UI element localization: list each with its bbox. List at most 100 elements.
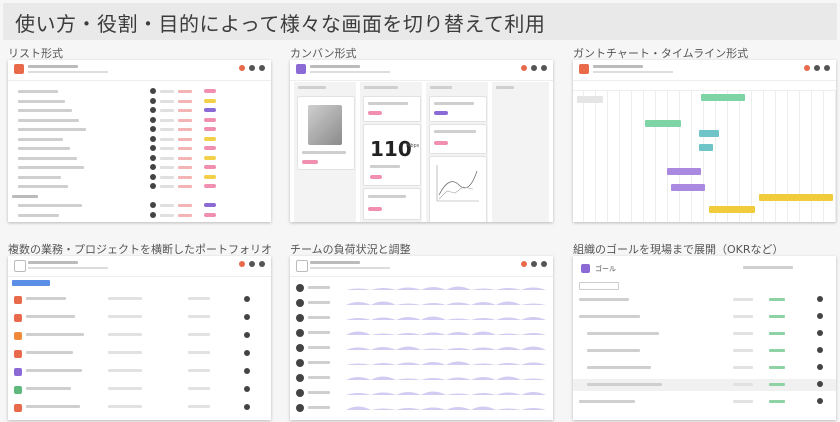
task-name[interactable] xyxy=(18,90,58,93)
member-name xyxy=(308,361,330,364)
gantt-view-screenshot[interactable] xyxy=(573,60,836,222)
kanban-card[interactable] xyxy=(363,96,421,122)
project-icon xyxy=(14,64,24,74)
kanban-card-chart[interactable] xyxy=(429,156,487,222)
status-tag xyxy=(204,127,216,131)
kanban-view-screenshot[interactable]: 110 Mbps xyxy=(290,60,553,222)
project-name[interactable] xyxy=(26,315,75,318)
grid-line xyxy=(763,90,764,222)
timeline-bar[interactable] xyxy=(709,206,755,213)
kanban-card[interactable] xyxy=(429,124,487,154)
assignee-name xyxy=(160,185,174,188)
member-load-curve xyxy=(346,316,546,320)
timeline-bar[interactable] xyxy=(667,168,701,175)
list-view-screenshot[interactable] xyxy=(8,60,271,222)
project-icon xyxy=(296,64,306,74)
status-tag xyxy=(204,89,216,93)
goal-name[interactable] xyxy=(587,383,662,386)
grid-line xyxy=(775,90,776,222)
task-name[interactable] xyxy=(18,204,82,207)
status-tag xyxy=(204,146,216,150)
list-view-header xyxy=(8,60,271,81)
grid-line xyxy=(811,90,812,222)
add-goal-button[interactable] xyxy=(579,282,619,290)
project-date xyxy=(188,405,210,408)
project-date xyxy=(188,351,210,354)
task-name[interactable] xyxy=(18,185,68,188)
task-name[interactable] xyxy=(18,137,63,141)
member-avatar xyxy=(296,359,304,367)
goal-name[interactable] xyxy=(579,298,629,301)
goal-name[interactable] xyxy=(579,315,640,318)
grid-line xyxy=(607,90,608,222)
project-name[interactable] xyxy=(26,297,66,300)
timeline-bar[interactable] xyxy=(759,194,833,201)
timeline-bar[interactable] xyxy=(699,144,713,151)
goal-period xyxy=(733,349,753,352)
goal-name[interactable] xyxy=(579,400,635,403)
timeline-bar[interactable] xyxy=(701,94,745,101)
task-name[interactable] xyxy=(18,147,70,150)
task-name[interactable] xyxy=(18,109,72,112)
grid-line xyxy=(643,90,644,222)
member-name xyxy=(308,301,330,304)
task-name[interactable] xyxy=(18,156,77,160)
goal-name[interactable] xyxy=(587,332,659,335)
portfolio-view-screenshot[interactable] xyxy=(8,256,271,420)
timeline-bar[interactable] xyxy=(645,120,681,127)
member-load-curve xyxy=(346,286,546,290)
project-name[interactable] xyxy=(26,333,84,336)
task-name[interactable] xyxy=(18,166,84,169)
owner-avatar xyxy=(817,296,823,302)
member-avatar xyxy=(296,314,304,322)
task-name[interactable] xyxy=(18,99,65,103)
kanban-card[interactable] xyxy=(429,96,487,122)
member-load-curve xyxy=(346,301,546,305)
due-date xyxy=(178,109,192,112)
owner-avatar xyxy=(244,332,250,338)
project-name[interactable] xyxy=(26,351,73,354)
assignee-name xyxy=(160,109,174,112)
timeline-bar[interactable] xyxy=(699,130,719,137)
project-icon xyxy=(14,350,22,358)
member-load-curve xyxy=(346,361,546,365)
task-name[interactable] xyxy=(18,213,59,217)
member-load-curve xyxy=(346,346,546,350)
assignee-avatar xyxy=(150,135,156,142)
kanban-view-header xyxy=(290,60,553,81)
goal-progress xyxy=(769,366,785,369)
assignee-name xyxy=(160,99,174,103)
project-name[interactable] xyxy=(26,405,80,408)
goal-period xyxy=(733,315,753,318)
task-name[interactable] xyxy=(18,175,61,179)
task-name[interactable] xyxy=(18,128,86,131)
assignee-avatar xyxy=(150,97,156,104)
assignee-avatar xyxy=(150,164,156,170)
kanban-column: 110 Mbps xyxy=(360,82,422,222)
project-name[interactable] xyxy=(26,369,82,372)
goal-name[interactable] xyxy=(587,349,640,352)
project-icon xyxy=(14,386,22,394)
assignee-name xyxy=(160,156,174,160)
project-status xyxy=(108,297,142,300)
project-name[interactable] xyxy=(26,387,71,390)
kanban-card-speedtest[interactable]: 110 Mbps xyxy=(363,124,421,186)
status-tag xyxy=(204,117,216,122)
status-tag xyxy=(204,165,216,169)
goals-view-screenshot[interactable]: ゴール xyxy=(573,256,836,420)
goal-name[interactable] xyxy=(587,366,651,369)
task-name[interactable] xyxy=(18,118,79,122)
workload-view-screenshot[interactable] xyxy=(290,256,553,420)
caption-kanban-view: カンバン形式 xyxy=(290,47,357,60)
goal-progress xyxy=(769,315,785,318)
grid-line xyxy=(655,90,656,222)
member-avatar xyxy=(296,344,304,352)
add-work-button[interactable] xyxy=(12,280,50,286)
kanban-card[interactable] xyxy=(297,96,355,170)
owner-avatar xyxy=(817,381,823,387)
project-status xyxy=(108,369,142,372)
timeline-bar[interactable] xyxy=(671,184,705,191)
member-load-curve xyxy=(346,331,546,335)
assignee-avatar xyxy=(150,88,156,94)
kanban-card[interactable] xyxy=(363,188,421,220)
